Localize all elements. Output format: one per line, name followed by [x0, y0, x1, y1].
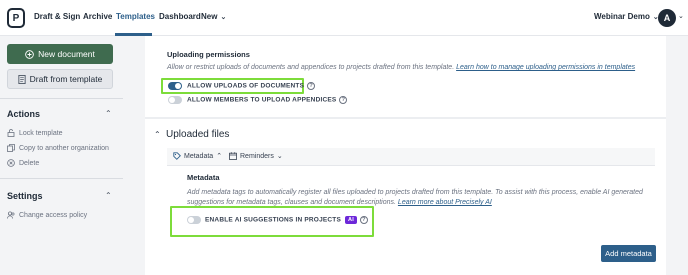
avatar[interactable]: A [658, 9, 676, 27]
section-divider [145, 117, 666, 119]
copy-organization-label: Copy to another organization [19, 144, 109, 152]
allow-uploads-label: ALLOW UPLOADS OF DOCUMENTS [187, 82, 305, 90]
chevron-up-icon[interactable]: ⌃ [105, 191, 112, 200]
sidebar-divider [0, 98, 123, 99]
chevron-down-icon: ⌄ [220, 14, 227, 21]
allow-appendices-toggle[interactable] [168, 96, 182, 104]
help-icon[interactable]: ? [359, 216, 368, 224]
permissions-help-link[interactable]: Learn how to manage uploading permission… [456, 64, 635, 71]
lock-icon [7, 129, 15, 137]
precisely-ai-link[interactable]: Learn more about Precisely AI [398, 199, 492, 206]
nav-new-label: New [201, 12, 218, 21]
delete-icon [7, 159, 15, 167]
draft-from-template-button[interactable]: Draft from template [7, 69, 113, 89]
lock-template-label: Lock template [19, 129, 63, 137]
uploading-permissions-title: Uploading permissions [167, 50, 250, 59]
metadata-title: Metadata [187, 173, 220, 182]
workspace-switcher[interactable]: Webinar Demo ⌄ [594, 12, 659, 21]
chevron-up-icon: ⌃ [216, 153, 223, 160]
actions-heading: Actions [7, 109, 41, 119]
tab-metadata[interactable]: Metadata ⌃ [173, 152, 222, 160]
logo-letter: P [12, 12, 20, 24]
ai-badge: AI [345, 216, 357, 224]
ai-suggestions-toggle[interactable] [187, 216, 201, 224]
nav-dashboard[interactable]: Dashboard [159, 12, 201, 21]
tab-reminders[interactable]: Reminders ⌄ [229, 152, 283, 160]
document-icon [18, 74, 26, 84]
chevron-down-icon[interactable]: ⌄ [678, 12, 684, 20]
sidebar-item-copy-organization[interactable]: Copy to another organization [7, 144, 109, 152]
sidebar-item-delete[interactable]: Delete [7, 159, 39, 167]
help-icon[interactable]: ? [339, 96, 348, 104]
workspace-name: Webinar Demo [594, 12, 650, 21]
sidebar-divider [0, 178, 123, 179]
nav-new[interactable]: New ⌄ [201, 12, 226, 21]
ai-suggestions-option: ENABLE AI SUGGESTIONS IN PROJECTS AI? [205, 216, 368, 224]
calendar-icon [229, 152, 237, 160]
chevron-up-icon[interactable]: ⌃ [154, 130, 161, 139]
toggle-knob [169, 97, 175, 103]
tab-reminders-label: Reminders [240, 152, 274, 160]
tag-icon [173, 152, 181, 160]
ai-suggestions-label: ENABLE AI SUGGESTIONS IN PROJECTS [205, 216, 342, 224]
allow-appendices-label: ALLOW MEMBERS TO UPLOAD APPENDICES [187, 96, 337, 104]
avatar-initial: A [663, 13, 671, 23]
permissions-description-text: Allow or restrict uploads of documents a… [167, 64, 455, 71]
copy-icon [7, 144, 15, 152]
uploading-permissions-description: Allow or restrict uploads of documents a… [167, 64, 635, 71]
new-document-label: New document [38, 49, 95, 59]
toggle-knob [188, 217, 194, 223]
plus-circle-icon [25, 49, 34, 59]
uploaded-files-title[interactable]: Uploaded files [166, 129, 229, 140]
top-nav: P Draft & Sign Archive Templates Dashboa… [0, 0, 688, 36]
nav-draft-sign[interactable]: Draft & Sign [34, 12, 80, 21]
chevron-up-icon[interactable]: ⌃ [105, 109, 112, 118]
chevron-down-icon: ⌄ [276, 153, 283, 160]
add-metadata-button[interactable]: Add metadata [601, 245, 656, 262]
metadata-description: Add metadata tags to automatically regis… [187, 188, 652, 208]
sidebar-item-change-access-policy[interactable]: Change access policy [7, 211, 87, 219]
allow-uploads-toggle[interactable] [168, 82, 182, 90]
sidebar-item-lock-template[interactable]: Lock template [7, 129, 63, 137]
allow-appendices-option: ALLOW MEMBERS TO UPLOAD APPENDICES? [187, 96, 348, 104]
users-icon [7, 211, 15, 219]
draft-from-template-label: Draft from template [29, 74, 103, 84]
sidebar: New document Draft from template Actions… [0, 36, 123, 275]
nav-templates[interactable]: Templates [116, 12, 155, 21]
tab-metadata-label: Metadata [184, 152, 214, 160]
allow-uploads-option: ALLOW UPLOADS OF DOCUMENTS? [187, 82, 316, 90]
settings-heading: Settings [7, 191, 43, 201]
toggle-knob [175, 83, 181, 89]
change-access-policy-label: Change access policy [19, 211, 88, 219]
nav-archive[interactable]: Archive [83, 12, 112, 21]
new-document-button[interactable]: New document [7, 44, 113, 64]
delete-label: Delete [19, 159, 40, 167]
help-icon[interactable]: ? [307, 82, 316, 90]
logo[interactable]: P [7, 8, 25, 28]
